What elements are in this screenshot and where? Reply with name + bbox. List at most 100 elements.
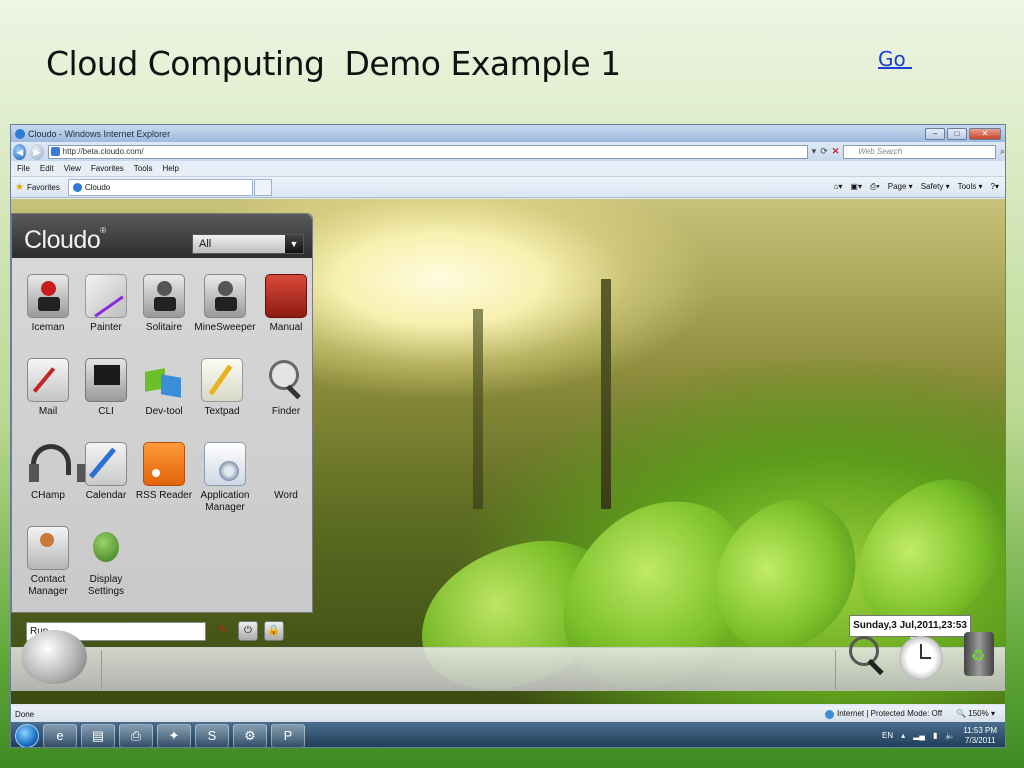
app-label: Dev-tool <box>145 406 183 417</box>
app-manual[interactable]: Manual <box>256 274 316 354</box>
new-tab-button[interactable] <box>253 178 272 196</box>
cloudo-menu-cloud-icon[interactable] <box>21 630 87 684</box>
search-input[interactable]: Web Search <box>843 144 996 159</box>
app-finder[interactable]: Finder <box>256 358 316 438</box>
cloudo-app-panel: Cloudo® All ▼ Iceman Painter Solitaire M… <box>11 213 316 641</box>
app-application-manager[interactable]: Application Manager <box>192 442 258 522</box>
tray-date: 7/3/2011 <box>964 735 996 745</box>
menu-edit[interactable]: Edit <box>40 164 54 173</box>
tree-trunk <box>601 279 611 509</box>
app-label: Contact Manager <box>28 574 68 597</box>
back-button[interactable]: ◀ <box>13 143 27 160</box>
app-label: Display Settings <box>87 574 125 597</box>
terminal-icon <box>85 358 127 402</box>
headphones-icon <box>27 442 87 486</box>
menu-help[interactable]: Help <box>162 164 178 173</box>
app-contact-manager[interactable]: Contact Manager <box>18 526 78 606</box>
clock-icon[interactable] <box>899 632 943 684</box>
url-text: http://beta.cloudo.com/ <box>62 146 144 156</box>
app-iceman[interactable]: Iceman <box>18 274 78 354</box>
joystick-gray-icon <box>143 274 185 318</box>
app-cli[interactable]: CLI <box>76 358 136 438</box>
feeds-icon[interactable]: ▣▾ <box>850 182 862 192</box>
menu-view[interactable]: View <box>64 164 81 173</box>
app-calendar[interactable]: Calendar <box>76 442 136 522</box>
app-label: Textpad <box>204 406 240 417</box>
app-champ[interactable]: CHamp <box>18 442 87 522</box>
taskbar-printer-icon[interactable]: ⎙ <box>119 723 153 747</box>
cmd-tools[interactable]: Tools ▾ <box>958 182 983 192</box>
menu-bar: File Edit View Favorites Tools Help <box>11 161 1005 177</box>
pen-icon[interactable]: ✎ <box>212 621 232 641</box>
taskbar-powerpoint-icon[interactable]: P <box>271 723 305 747</box>
app-textpad[interactable]: Textpad <box>192 358 252 438</box>
app-label: Finder <box>271 406 301 417</box>
power-icon[interactable]: ⏻ <box>238 621 258 641</box>
cloudo-dock <box>11 630 1005 691</box>
app-minesweeper[interactable]: MineSweeper <box>192 274 258 354</box>
app-label: RSS Reader <box>135 490 193 501</box>
dock-separator <box>835 650 836 690</box>
refresh-icon[interactable]: ⟳ <box>820 146 828 157</box>
tray-clock[interactable]: 11:53 PM 7/3/2011 <box>963 726 997 746</box>
lock-icon[interactable]: 🔒 <box>264 621 284 641</box>
joystick-gray-icon <box>204 274 246 318</box>
page-icon <box>50 146 60 156</box>
close-button[interactable]: ✕ <box>969 127 1001 140</box>
minimize-button[interactable]: – <box>925 127 945 140</box>
favorites-button[interactable]: ★ Favorites <box>15 182 60 193</box>
maximize-button[interactable]: □ <box>947 127 967 140</box>
taskbar-network-icon[interactable]: ⚙ <box>233 723 267 747</box>
home-icon[interactable]: ⌂▾ <box>834 182 843 192</box>
taskbar-skype-icon[interactable]: S <box>195 723 229 747</box>
stop-icon[interactable]: ✕ <box>832 146 840 157</box>
app-mail[interactable]: Mail <box>18 358 78 438</box>
signal-icon[interactable]: ▂▄ <box>913 731 925 740</box>
window-titlebar[interactable]: Cloudo - Windows Internet Explorer – □ ✕ <box>11 125 1005 142</box>
status-text: Done <box>15 709 35 719</box>
menu-file[interactable]: File <box>17 164 30 173</box>
taskbar-explorer-icon[interactable]: ▤ <box>81 723 115 747</box>
go-link[interactable]: Go <box>878 47 912 71</box>
volume-icon[interactable]: 🔈 <box>945 731 955 740</box>
help-icon[interactable]: ?▾ <box>991 182 999 192</box>
menu-favorites[interactable]: Favorites <box>91 164 124 173</box>
app-label: MineSweeper <box>194 322 256 333</box>
address-bar: ◀ ▶ http://beta.cloudo.com/ ▾ ⟳ ✕ Web Se… <box>11 142 1005 161</box>
app-label: Calendar <box>85 490 127 501</box>
taskbar-ie-icon[interactable]: e <box>43 723 77 747</box>
url-input[interactable]: http://beta.cloudo.com/ <box>47 144 808 159</box>
category-select[interactable]: All ▼ <box>192 234 304 254</box>
browser-tab[interactable]: Cloudo <box>67 178 253 196</box>
cmd-safety[interactable]: Safety ▾ <box>921 182 950 192</box>
zoom-control[interactable]: 🔍 150% ▾ <box>956 709 995 718</box>
chevron-down-icon[interactable]: ▼ <box>285 235 303 253</box>
trash-bin-icon[interactable] <box>957 632 1001 684</box>
app-display-settings[interactable]: Display Settings <box>76 526 136 606</box>
windows-taskbar: e ▤ ⎙ ✦ S ⚙ P EN ▴ ▂▄ ▮ 🔈 11:53 PM 7/3/2… <box>11 722 1005 747</box>
language-indicator[interactable]: EN <box>882 731 893 740</box>
status-bar: Done Internet | Protected Mode: Off 🔍 15… <box>11 706 1005 722</box>
notepad-pencil-icon <box>201 358 243 402</box>
app-label: Manual <box>269 322 303 333</box>
dropdown-arrow-icon[interactable]: ▾ <box>812 146 817 157</box>
battery-icon[interactable]: ▮ <box>933 731 937 740</box>
app-painter[interactable]: Painter <box>76 274 136 354</box>
zone-indicator: Internet | Protected Mode: Off <box>824 709 942 719</box>
ie-tab-icon <box>72 182 82 192</box>
forward-button[interactable]: ▶ <box>30 143 44 160</box>
app-solitaire[interactable]: Solitaire <box>134 274 194 354</box>
app-dev-tool[interactable]: Dev-tool <box>134 358 194 438</box>
search-magnifier-icon[interactable] <box>845 632 889 684</box>
print-icon[interactable]: ⎙▾ <box>870 182 880 192</box>
start-button[interactable] <box>15 723 39 747</box>
contact-card-icon <box>27 526 69 570</box>
cmd-page[interactable]: Page ▾ <box>888 182 913 192</box>
tray-arrow-icon[interactable]: ▴ <box>901 731 905 740</box>
taskbar-aim-icon[interactable]: ✦ <box>157 723 191 747</box>
menu-tools[interactable]: Tools <box>134 164 153 173</box>
search-icon[interactable]: ⌕ <box>1000 146 1005 157</box>
app-word[interactable]: Word <box>256 442 316 522</box>
app-rss-reader[interactable]: RSS Reader <box>134 442 194 522</box>
manual-book-icon <box>265 274 307 318</box>
